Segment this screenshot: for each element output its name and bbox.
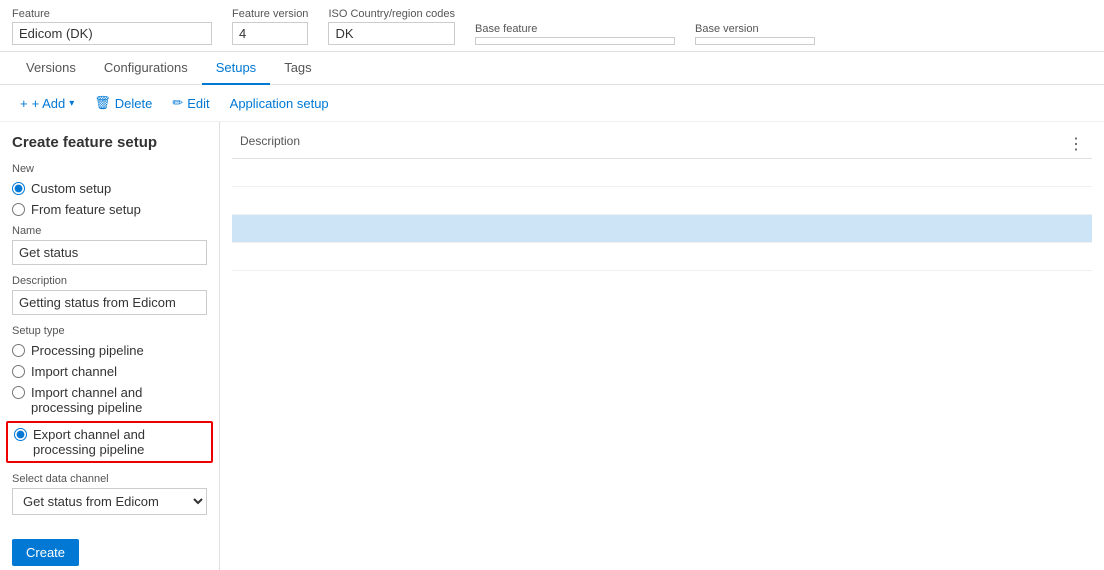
table-cell-description xyxy=(232,243,1092,271)
name-field: Name xyxy=(12,225,207,265)
setups-table: Description ⋮ xyxy=(232,130,1092,271)
table-row[interactable] xyxy=(232,159,1092,187)
edit-label: Edit xyxy=(187,96,209,111)
tab-tags[interactable]: Tags xyxy=(270,52,325,85)
table-cell-description xyxy=(232,187,1092,215)
base-feature-label: Base feature xyxy=(475,23,675,35)
iso-label: ISO Country/region codes xyxy=(328,8,455,20)
radio-processing-pipeline[interactable]: Processing pipeline xyxy=(12,343,207,358)
table-cell-description xyxy=(232,215,1092,243)
radio-export-channel-processing-input[interactable] xyxy=(14,428,27,441)
tab-configurations[interactable]: Configurations xyxy=(90,52,202,85)
nav-tabs: Versions Configurations Setups Tags xyxy=(0,52,1104,85)
name-input[interactable] xyxy=(12,240,207,265)
base-feature-field-group: Base feature xyxy=(475,23,675,45)
base-version-label: Base version xyxy=(695,23,815,35)
radio-import-channel-processing[interactable]: Import channel and processing pipeline xyxy=(12,385,207,415)
feature-version-value: 4 xyxy=(232,22,308,45)
radio-custom-setup-label: Custom setup xyxy=(31,181,111,196)
description-input[interactable] xyxy=(12,290,207,315)
add-label: + Add xyxy=(32,96,66,111)
description-field: Description xyxy=(12,275,207,315)
new-radio-group: Custom setup From feature setup xyxy=(12,181,207,217)
feature-label: Feature xyxy=(12,8,212,20)
iso-field-group: ISO Country/region codes DK xyxy=(328,8,455,45)
tab-versions[interactable]: Versions xyxy=(12,52,90,85)
radio-from-feature-setup[interactable]: From feature setup xyxy=(12,202,207,217)
create-feature-setup-panel: Create feature setup New Custom setup Fr… xyxy=(0,122,220,570)
top-bar: Feature Edicom (DK) Feature version 4 IS… xyxy=(0,0,1104,52)
feature-version-field-group: Feature version 4 xyxy=(232,8,308,45)
description-label: Description xyxy=(12,275,207,287)
feature-field-group: Feature Edicom (DK) xyxy=(12,8,212,45)
right-panel: Description ⋮ xyxy=(220,122,1104,570)
radio-import-channel-input[interactable] xyxy=(12,365,25,378)
base-version-field-group: Base version xyxy=(695,23,815,45)
app-setup-button[interactable]: Application setup xyxy=(222,92,337,115)
delete-icon: 🗑 xyxy=(94,95,111,111)
feature-value: Edicom (DK) xyxy=(12,22,212,45)
radio-from-feature-setup-input[interactable] xyxy=(12,203,25,216)
radio-custom-setup[interactable]: Custom setup xyxy=(12,181,207,196)
iso-value: DK xyxy=(328,22,455,45)
main-content: Create feature setup New Custom setup Fr… xyxy=(0,122,1104,570)
tab-setups[interactable]: Setups xyxy=(202,52,270,85)
table-row[interactable] xyxy=(232,243,1092,271)
data-channel-field: Select data channel Get status from Edic… xyxy=(12,473,207,515)
base-version-value xyxy=(695,37,815,45)
radio-import-channel-processing-label: Import channel and processing pipeline xyxy=(31,385,207,415)
app-setup-label: Application setup xyxy=(230,96,329,111)
radio-import-channel[interactable]: Import channel xyxy=(12,364,207,379)
data-channel-label: Select data channel xyxy=(12,473,207,485)
new-section-label: New xyxy=(12,163,207,175)
name-label: Name xyxy=(12,225,207,237)
setup-type-label: Setup type xyxy=(12,325,207,337)
radio-export-channel-processing[interactable]: Export channel and processing pipeline xyxy=(14,427,205,457)
data-channel-select[interactable]: Get status from Edicom xyxy=(12,488,207,515)
col-description: Description ⋮ xyxy=(232,130,1092,159)
toolbar: + + Add ▾ 🗑 Delete ✏ Edit Application se… xyxy=(0,85,1104,122)
table-cell-description xyxy=(232,159,1092,187)
feature-version-label: Feature version xyxy=(232,8,308,20)
add-icon: + xyxy=(20,96,28,111)
radio-from-feature-setup-label: From feature setup xyxy=(31,202,141,217)
radio-processing-pipeline-label: Processing pipeline xyxy=(31,343,144,358)
setup-type-radio-group: Processing pipeline Import channel Impor… xyxy=(12,343,207,463)
panel-title: Create feature setup xyxy=(12,134,207,151)
table-row[interactable] xyxy=(232,187,1092,215)
radio-custom-setup-input[interactable] xyxy=(12,182,25,195)
col-more-icon[interactable]: ⋮ xyxy=(1068,134,1084,154)
delete-label: Delete xyxy=(115,96,153,111)
radio-import-channel-processing-input[interactable] xyxy=(12,386,25,399)
create-button[interactable]: Create xyxy=(12,539,79,566)
delete-button[interactable]: 🗑 Delete xyxy=(86,91,160,115)
add-button[interactable]: + + Add ▾ xyxy=(12,92,82,115)
highlighted-radio-container: Export channel and processing pipeline xyxy=(6,421,213,463)
base-feature-value xyxy=(475,37,675,45)
setup-type-section: Setup type Processing pipeline Import ch… xyxy=(12,325,207,463)
add-chevron-icon: ▾ xyxy=(69,98,74,109)
edit-icon: ✏ xyxy=(172,95,183,111)
radio-import-channel-label: Import channel xyxy=(31,364,117,379)
table-row[interactable] xyxy=(232,215,1092,243)
edit-button[interactable]: ✏ Edit xyxy=(164,91,217,115)
radio-export-channel-processing-label: Export channel and processing pipeline xyxy=(33,427,205,457)
radio-processing-pipeline-input[interactable] xyxy=(12,344,25,357)
